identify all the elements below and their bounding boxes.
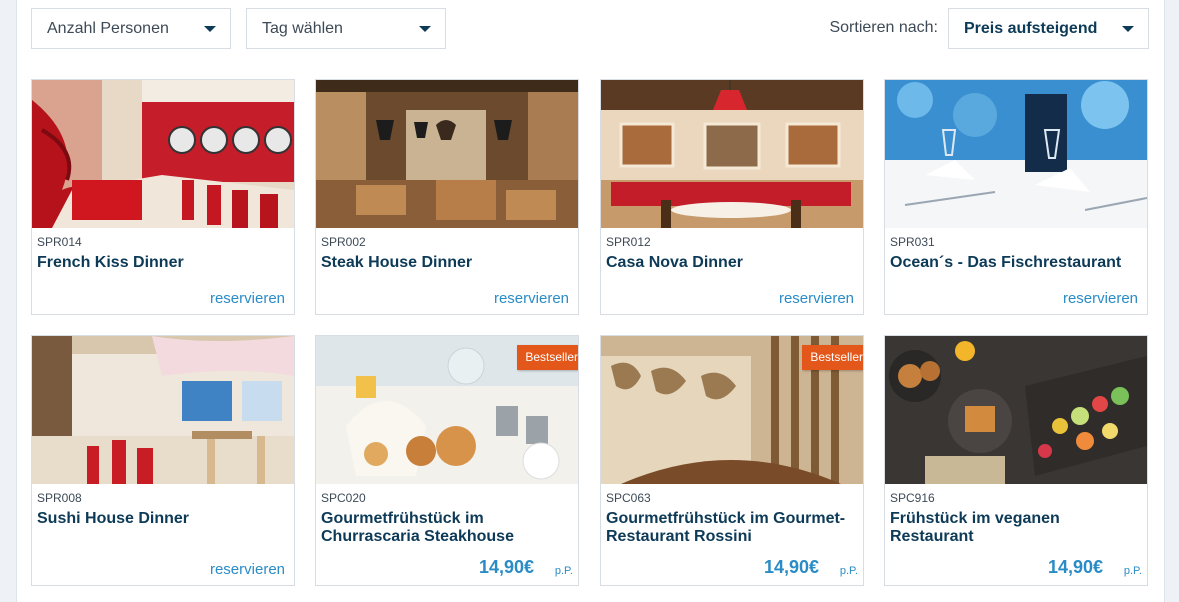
offer-price: 14,90€ (478, 557, 534, 577)
offer-title[interactable]: Sushi House Dinner (37, 510, 289, 528)
offer-code: SPC916 (890, 491, 935, 505)
offer-image[interactable]: Bestseller (316, 336, 578, 484)
offer-image[interactable] (885, 80, 1147, 228)
offer-code: SPC063 (606, 491, 651, 505)
offer-code: SPR002 (321, 235, 366, 249)
offer-title[interactable]: French Kiss Dinner (37, 254, 289, 272)
offer-card[interactable]: SPR008 Sushi House Dinner reservieren (31, 335, 295, 586)
day-select[interactable]: Tag wählen (246, 8, 446, 49)
offer-card[interactable]: SPR012 Casa Nova Dinner reservieren (600, 79, 864, 315)
offer-image[interactable] (885, 336, 1147, 484)
offer-image[interactable] (316, 80, 578, 228)
persons-select-label: Anzahl Personen (47, 19, 169, 37)
offer-card[interactable]: SPR014 French Kiss Dinner reservieren (31, 79, 295, 315)
offer-title[interactable]: Frühstück im veganen Restaurant (890, 510, 1142, 546)
chevron-down-icon (204, 25, 216, 32)
reserve-link[interactable]: reservieren (1063, 290, 1138, 307)
sort-select-value: Preis aufsteigend (964, 19, 1098, 37)
persons-select[interactable]: Anzahl Personen (31, 8, 231, 49)
bestseller-badge: Bestseller (802, 345, 863, 370)
reserve-link[interactable]: reservieren (210, 290, 285, 307)
bestseller-badge: Bestseller (517, 345, 578, 370)
reserve-link[interactable]: reservieren (210, 561, 285, 578)
price-unit: p.P. (1123, 565, 1142, 577)
price-unit: p.P. (554, 565, 573, 577)
chevron-down-icon (419, 25, 431, 32)
offer-code: SPR008 (37, 491, 82, 505)
offer-code: SPC020 (321, 491, 366, 505)
offer-price: 14,90€ (1047, 557, 1103, 577)
offer-price: 14,90€ (763, 557, 819, 577)
price-unit: p.P. (839, 565, 858, 577)
offer-title[interactable]: Gourmetfrühstück im Gourmet-Restaurant R… (606, 510, 858, 546)
offer-code: SPR031 (890, 235, 935, 249)
offer-title[interactable]: Ocean´s - Das Fischrestaurant (890, 254, 1142, 272)
offer-code: SPR012 (606, 235, 651, 249)
offer-card[interactable]: Bestseller SPC063 Gourmetfrühstück im Go… (600, 335, 864, 586)
offer-card[interactable]: SPC916 Frühstück im veganen Restaurant 1… (884, 335, 1148, 586)
day-select-label: Tag wählen (262, 19, 343, 37)
offer-title[interactable]: Gourmetfrühstück im Churrascaria Steakho… (321, 510, 573, 546)
reserve-link[interactable]: reservieren (494, 290, 569, 307)
chevron-down-icon (1122, 25, 1134, 32)
offer-card[interactable]: Bestseller SPC020 Gourmetfrühstück im Ch… (315, 335, 579, 586)
offer-image[interactable] (601, 80, 863, 228)
offer-title[interactable]: Steak House Dinner (321, 254, 573, 272)
reserve-link[interactable]: reservieren (779, 290, 854, 307)
offer-image[interactable] (32, 80, 294, 228)
offer-image[interactable]: Bestseller (601, 336, 863, 484)
sort-label: Sortieren nach: (829, 19, 938, 36)
offer-code: SPR014 (37, 235, 82, 249)
offer-image[interactable] (32, 336, 294, 484)
offer-card[interactable]: SPR002 Steak House Dinner reservieren (315, 79, 579, 315)
sort-select[interactable]: Preis aufsteigend (948, 8, 1149, 49)
offer-card[interactable]: SPR031 Ocean´s - Das Fischrestaurant res… (884, 79, 1148, 315)
offer-title[interactable]: Casa Nova Dinner (606, 254, 858, 272)
